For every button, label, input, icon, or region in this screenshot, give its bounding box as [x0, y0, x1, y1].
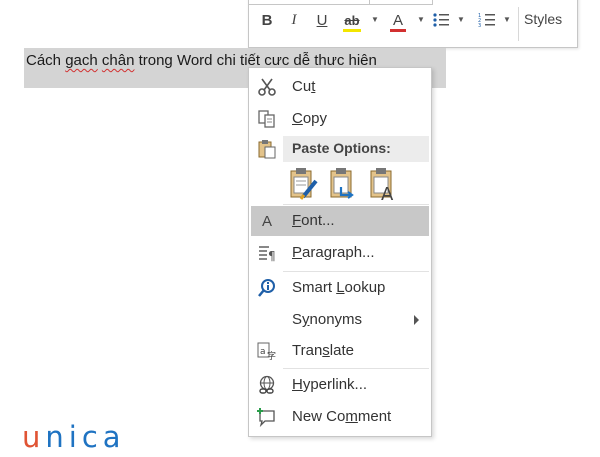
context-menu: Cut Copy Paste Options: A A Font... ¶ Pa…	[248, 67, 432, 437]
brand-logo-u: u	[22, 420, 46, 454]
paste-merge-formatting-icon[interactable]	[329, 167, 359, 201]
menu-item-label: Copy	[292, 110, 328, 127]
menu-item-cut[interactable]: Cut	[251, 72, 429, 102]
paste-options-label-bg: Paste Options:	[283, 136, 429, 162]
menu-item-label: Synonyms	[292, 311, 363, 328]
clipboard-icon	[257, 139, 277, 159]
font-color-icon: A	[389, 11, 406, 32]
styles-button[interactable]: Styles	[524, 11, 562, 27]
highlight-dropdown-icon[interactable]: ▼	[371, 15, 379, 24]
svg-text:3: 3	[478, 23, 481, 28]
font-icon: A	[261, 212, 272, 230]
font-color-text: A	[392, 11, 403, 29]
menu-item-hyperlink[interactable]: Hyperlink...	[251, 370, 429, 400]
bullets-dropdown-icon[interactable]: ▼	[457, 15, 465, 24]
menu-item-font[interactable]: A Font...	[251, 206, 429, 236]
bold-button[interactable]: B	[259, 9, 275, 31]
highlight-button[interactable]: ab	[341, 9, 363, 32]
numbering-dropdown-icon[interactable]: ▼	[503, 15, 511, 24]
menu-item-label: New Comment	[292, 408, 392, 425]
toolbar-divider	[518, 7, 519, 41]
paste-keep-formatting-icon[interactable]	[289, 167, 319, 201]
menu-item-smart-lookup[interactable]: Smart Lookup	[251, 273, 429, 303]
menu-item-synonyms[interactable]: Synonyms	[251, 305, 429, 335]
font-size-box[interactable]	[370, 0, 433, 5]
numbering-icon: 1 2 3	[478, 13, 495, 28]
menu-separator	[283, 368, 429, 369]
toolbar-top-row	[249, 0, 577, 5]
doc-text-misspelled: chân	[101, 52, 135, 69]
svg-text:a: a	[260, 347, 266, 357]
paragraph-icon: ¶	[257, 243, 277, 263]
menu-item-translate[interactable]: a 字 Translate	[251, 336, 429, 366]
numbering-button[interactable]: 1 2 3	[477, 9, 497, 31]
svg-text:A: A	[381, 184, 394, 201]
paste-keep-text-only-icon[interactable]: A	[369, 167, 399, 205]
submenu-arrow-icon	[414, 315, 419, 325]
new-comment-icon	[257, 407, 277, 427]
highlight-color-bar	[343, 28, 361, 32]
brand-logo: unica	[22, 420, 126, 454]
underline-button[interactable]: U	[315, 9, 329, 31]
menu-item-copy[interactable]: Copy	[251, 104, 429, 134]
copy-icon	[257, 109, 277, 129]
font-color-button[interactable]: A	[389, 9, 407, 32]
font-color-dropdown-icon[interactable]: ▼	[417, 15, 425, 24]
menu-item-label: Font...	[292, 212, 335, 229]
mini-toolbar: B I U ab ▼ A ▼ ▼ 1 2 3 ▼ Styles	[248, 0, 578, 48]
font-color-bar	[389, 28, 406, 32]
doc-text-part: trong Word chi tiết	[134, 52, 265, 69]
highlight-icon: ab	[343, 12, 361, 32]
menu-item-label: Smart Lookup	[292, 279, 386, 296]
menu-item-new-comment[interactable]: New Comment	[251, 402, 429, 432]
menu-item-label: Cut	[292, 78, 316, 95]
hyperlink-icon	[257, 375, 277, 395]
svg-text:¶: ¶	[268, 249, 276, 263]
paste-options-label: Paste Options:	[292, 140, 391, 156]
scissors-icon	[257, 77, 277, 97]
menu-item-label: Translate	[292, 342, 354, 359]
menu-separator	[283, 204, 429, 205]
bullets-button[interactable]	[431, 9, 451, 31]
menu-item-label: Hyperlink...	[292, 376, 368, 393]
highlight-text: ab	[344, 12, 360, 28]
font-name-box[interactable]	[249, 0, 370, 5]
bullets-icon	[433, 13, 449, 27]
menu-item-label: Paragraph...	[292, 244, 375, 261]
svg-text:字: 字	[267, 350, 276, 361]
brand-logo-rest: nica	[45, 420, 126, 454]
italic-button[interactable]: I	[287, 9, 301, 31]
menu-separator	[283, 271, 429, 272]
translate-icon: a 字	[257, 341, 277, 361]
doc-text-misspelled: gach	[65, 52, 98, 69]
doc-text-part: Cách	[26, 52, 66, 69]
smart-lookup-icon	[257, 278, 277, 298]
menu-item-paragraph[interactable]: ¶ Paragraph...	[251, 238, 429, 268]
